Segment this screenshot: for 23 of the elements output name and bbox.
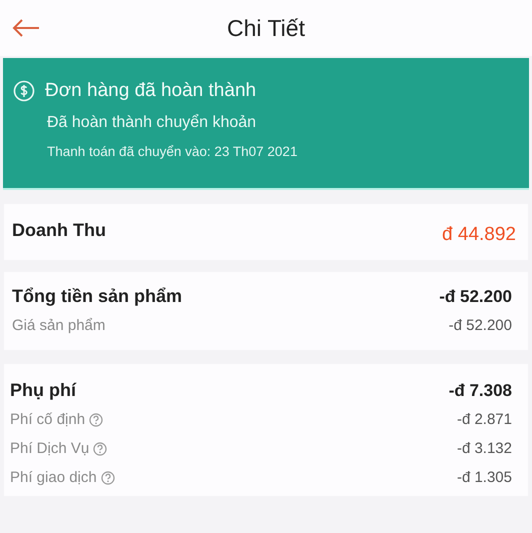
section-total: -đ 52.200 (439, 286, 512, 306)
fee-label: Phí cố định (10, 411, 86, 428)
fee-amount: -đ 3.132 (456, 440, 512, 457)
fee-amount: -đ 52.200 (448, 317, 512, 334)
fee-label: Giá sản phẩm (12, 317, 106, 334)
page-title: Chi Tiết (227, 14, 305, 42)
dollar-icon (13, 80, 35, 102)
help-icon[interactable] (89, 412, 104, 426)
fee-amount: -đ 2.871 (456, 411, 512, 428)
status-subtitle: Đã hoàn thành chuyển khoản (47, 114, 258, 132)
section-total: -đ 7.308 (448, 380, 512, 400)
section-title: Tổng tiền sản phẩm (12, 286, 182, 307)
help-icon[interactable] (93, 442, 108, 456)
revenue-label: Doanh Thu (12, 220, 106, 241)
fee-label: Phí Dịch Vụ (10, 440, 90, 457)
fee-label: Phí giao dịch (10, 469, 97, 486)
back-arrow-icon (12, 19, 40, 37)
revenue-amount: đ 44.892 (442, 224, 516, 246)
help-icon[interactable] (100, 470, 115, 484)
fee-amount: -đ 1.305 (456, 469, 512, 486)
payment-note: Thanh toán đã chuyển vào: 23 Th07 2021 (47, 144, 298, 159)
section-title: Phụ phí (10, 380, 76, 401)
status-title: Đơn hàng đã hoàn thành (45, 80, 256, 102)
